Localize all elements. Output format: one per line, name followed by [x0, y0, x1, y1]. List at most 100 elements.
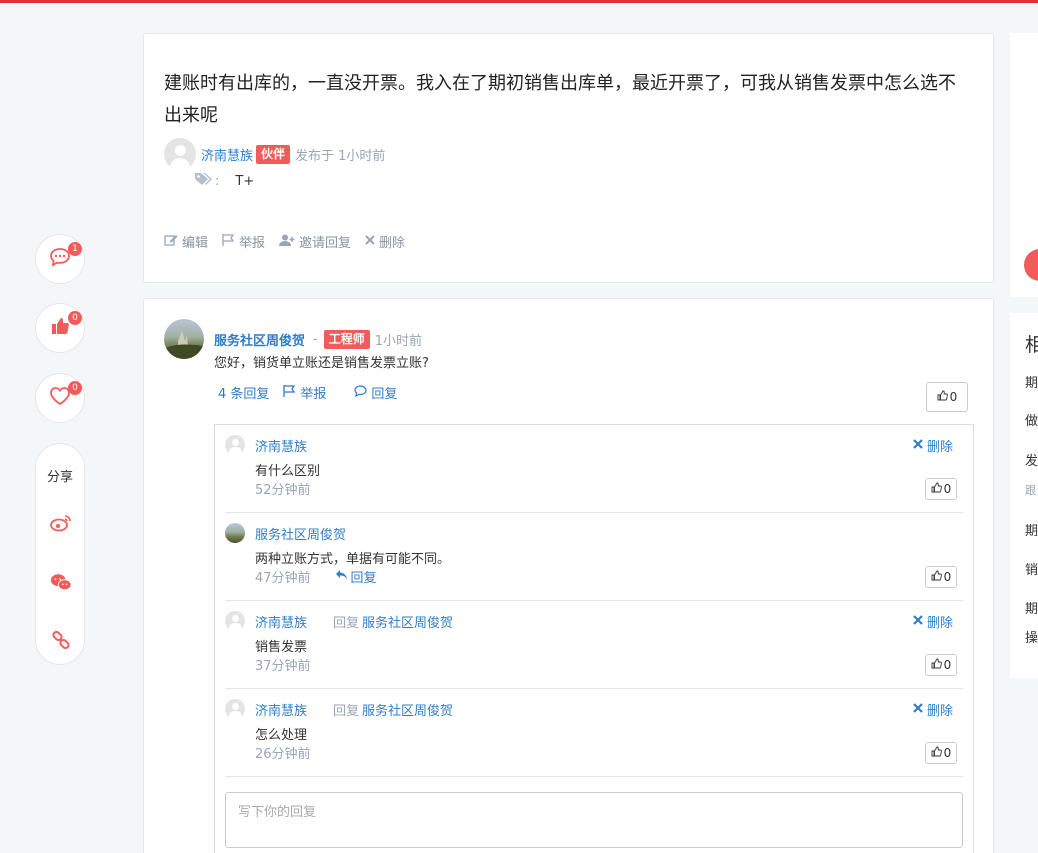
tag-link[interactable]: T+ — [235, 174, 254, 189]
replies-toggle-link[interactable]: 4 条回复 — [218, 383, 269, 402]
avatar[interactable] — [164, 138, 196, 170]
comment-time-row: 47分钟前 回复 — [255, 567, 377, 586]
weibo-icon[interactable] — [50, 512, 72, 534]
comment-author-link[interactable]: 济南慧族 — [255, 436, 307, 455]
answer-like-button[interactable]: 0 — [926, 382, 968, 412]
comment-author-link[interactable]: 服务社区周俊贺 — [255, 524, 346, 543]
question-title: 建账时有出库的，一直没开票。我入在了期初销售出库单，最近开票了，可我从销售发票中… — [164, 73, 956, 126]
likes-count-badge: 0 — [68, 311, 82, 325]
engineer-badge: 工程师 — [323, 329, 370, 349]
tags-icon — [194, 172, 212, 190]
edit-label: 编辑 — [182, 236, 209, 251]
related-item-meta: 跟 — [1025, 484, 1036, 497]
avatar[interactable] — [225, 699, 245, 719]
avatar[interactable] — [225, 523, 245, 543]
comment-item: 济南慧族 删除 有什么区别 52分钟前 0 — [225, 425, 963, 513]
avatar[interactable] — [164, 319, 204, 359]
comments-count-badge: 1 — [68, 242, 82, 256]
invite-label: 邀请回复 — [299, 236, 352, 251]
partner-badge: 伙伴 — [256, 144, 291, 164]
edit-button[interactable]: 编辑 — [164, 232, 208, 251]
comment-like-button[interactable]: 0 — [925, 478, 957, 500]
answer-author-link[interactable]: 服务社区周俊贺 — [214, 330, 305, 349]
comment-time: 26分钟前 — [255, 747, 311, 762]
report-label: 举报 — [239, 236, 266, 251]
comment-item: 济南慧族 回复 服务社区周俊贺 删除 怎么处理 26分钟前 0 — [225, 689, 963, 777]
reply-arrow-icon — [335, 569, 348, 584]
flag-icon — [283, 384, 296, 401]
comment-like-count: 0 — [943, 482, 952, 496]
comments-panel: 济南慧族 删除 有什么区别 52分钟前 0 服务社区周俊贺 两种立账方式，单据有… — [214, 424, 974, 853]
answer-actions: 4 条回复 举报 回复 — [218, 383, 425, 402]
top-accent-bar — [0, 0, 1038, 3]
wechat-icon[interactable] — [50, 571, 72, 593]
answer-report-button[interactable]: 举报 — [283, 383, 340, 402]
question-actions: 编辑 举报 邀请回复 删除 — [164, 232, 419, 251]
comments-float-button[interactable]: 1 — [35, 234, 85, 284]
delete-label: 删除 — [379, 236, 406, 251]
question-author-link[interactable]: 济南慧族 — [201, 145, 253, 164]
answer-time: 1小时前 — [374, 333, 423, 349]
related-item[interactable]: 发 — [1025, 450, 1038, 469]
comment-like-count: 0 — [943, 746, 952, 760]
close-icon — [913, 438, 923, 453]
related-item[interactable]: 销 — [1025, 559, 1038, 578]
close-icon — [913, 614, 923, 629]
copy-link-icon[interactable] — [50, 630, 72, 652]
posted-time: 发布于 1小时前 — [295, 148, 386, 164]
thumbs-up-icon — [931, 482, 942, 496]
comment-delete-label: 删除 — [926, 440, 953, 455]
reply-prefix: 回复 — [333, 703, 360, 719]
answer-card: 服务社区周俊贺 - 工程师 1小时前 您好，销货单立账还是销售发票立账? 4 条… — [143, 298, 994, 853]
comment-item: 服务社区周俊贺 两种立账方式，单据有可能不同。 47分钟前 回复 0 — [225, 513, 963, 601]
comment-delete-label: 删除 — [926, 704, 953, 719]
comment-time: 52分钟前 — [255, 483, 311, 498]
avatar[interactable] — [225, 435, 245, 455]
thumbs-up-icon — [931, 570, 942, 584]
related-item[interactable]: 期 — [1025, 372, 1038, 391]
close-icon — [913, 702, 923, 717]
comment-like-button[interactable]: 0 — [925, 654, 957, 676]
thumbs-up-icon — [931, 658, 942, 672]
comment-author-link[interactable]: 济南慧族 — [255, 700, 307, 719]
thumbs-up-icon — [50, 316, 70, 340]
report-button[interactable]: 举报 — [222, 232, 265, 251]
like-float-button[interactable]: 0 — [35, 303, 85, 353]
thumbs-up-icon — [931, 746, 942, 760]
comment-header: 济南慧族 回复 服务社区周俊贺 — [225, 611, 453, 631]
favorite-float-button[interactable]: 0 — [35, 373, 85, 423]
comment-delete-button[interactable]: 删除 — [913, 436, 953, 455]
answer-reply-label: 回复 — [371, 387, 398, 402]
reply-to-link[interactable]: 服务社区周俊贺 — [362, 700, 453, 719]
comment-reply-button[interactable]: 回复 — [335, 567, 377, 586]
answer-report-label: 举报 — [300, 387, 327, 402]
comment-like-button[interactable]: 0 — [925, 566, 957, 588]
comment-time: 47分钟前 — [255, 571, 311, 586]
related-item[interactable]: 操 — [1025, 627, 1038, 646]
comment-text: 销售发票 — [255, 640, 308, 655]
comment-author-link[interactable]: 济南慧族 — [255, 612, 307, 631]
comment-delete-label: 删除 — [926, 616, 953, 631]
edit-icon — [164, 234, 178, 250]
add-user-icon — [279, 234, 295, 250]
delete-button[interactable]: 删除 — [365, 232, 405, 251]
tags-row: : T+ — [194, 172, 254, 190]
comment-text: 有什么区别 — [255, 464, 321, 479]
comment-delete-button[interactable]: 删除 — [913, 700, 953, 719]
answer-text: 您好，销货单立账还是销售发票立账? — [214, 356, 429, 371]
question-meta: 济南慧族 伙伴 发布于 1小时前 — [164, 138, 385, 170]
comment-header: 济南慧族 — [225, 435, 307, 455]
comment-delete-button[interactable]: 删除 — [913, 612, 953, 631]
comment-like-button[interactable]: 0 — [925, 742, 957, 764]
related-item[interactable]: 期 — [1025, 520, 1038, 539]
comment-time: 37分钟前 — [255, 659, 311, 674]
invite-reply-button[interactable]: 邀请回复 — [279, 232, 351, 251]
reply-to-link[interactable]: 服务社区周俊贺 — [362, 612, 453, 631]
related-item[interactable]: 做 — [1025, 410, 1038, 429]
reply-textarea[interactable]: 写下你的回复 — [225, 792, 963, 848]
related-item[interactable]: 期 — [1025, 598, 1038, 617]
comment-like-count: 0 — [943, 570, 952, 584]
author-dash: - — [313, 331, 318, 347]
avatar[interactable] — [225, 611, 245, 631]
answer-reply-button[interactable]: 回复 — [354, 383, 411, 402]
